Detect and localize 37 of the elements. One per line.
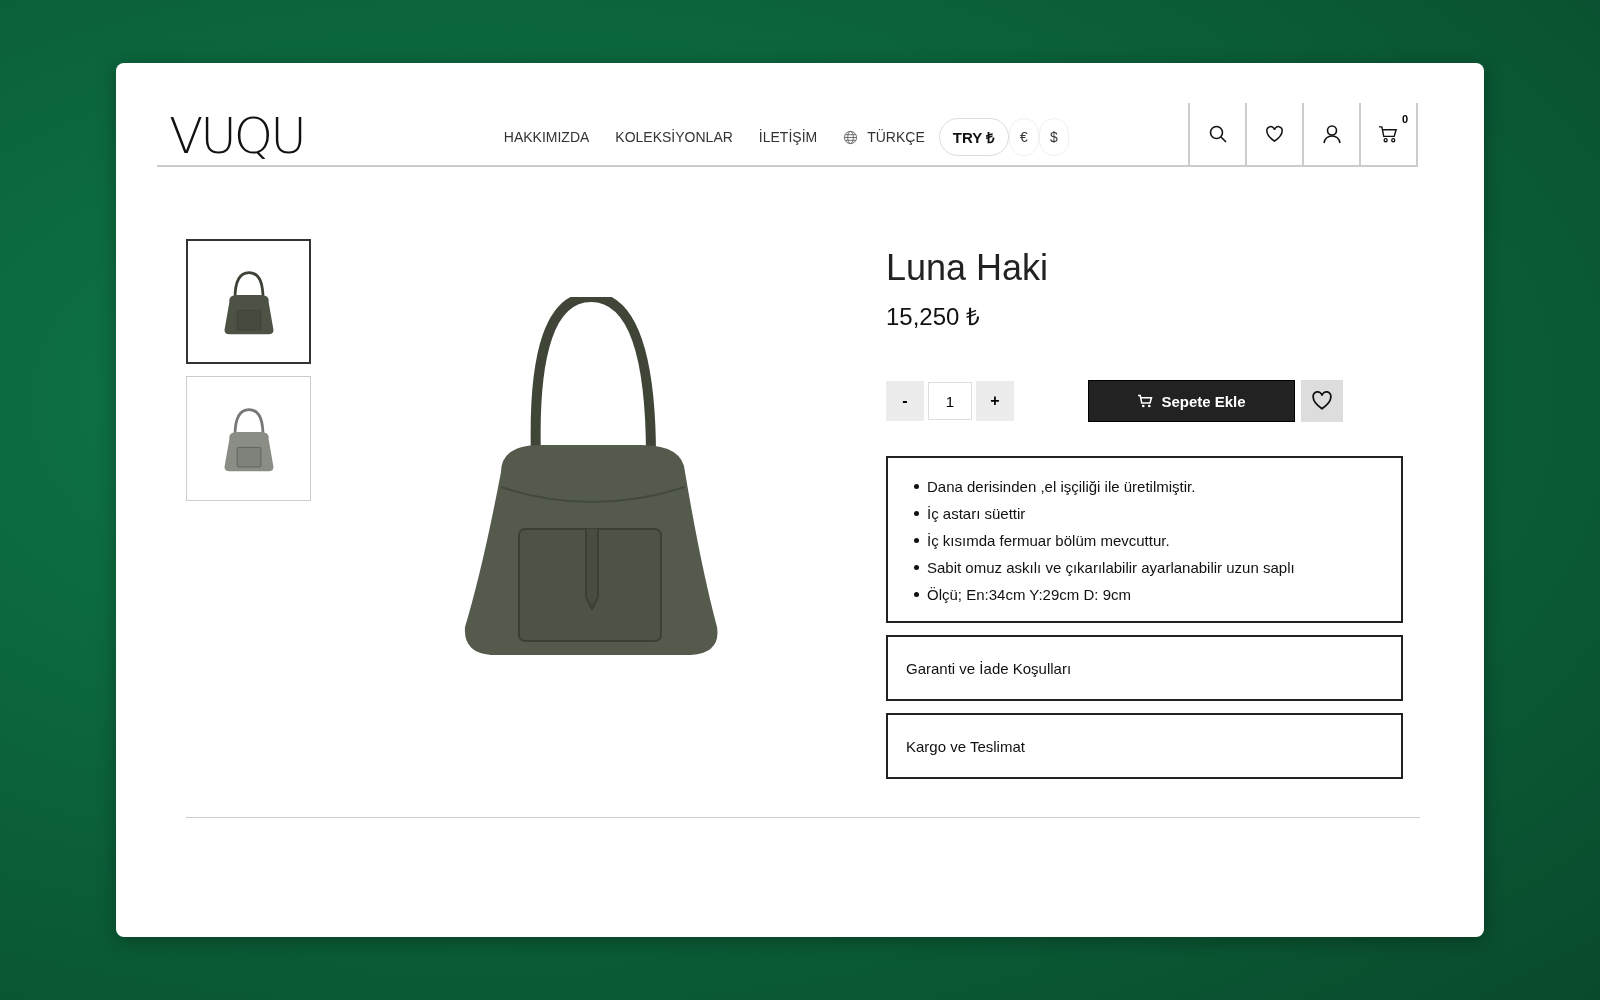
- feature-text: İç astarı süettir: [927, 505, 1026, 522]
- heart-icon: [1265, 124, 1284, 144]
- cart-count: 0: [1401, 113, 1408, 125]
- thumbnail[interactable]: [186, 239, 311, 364]
- nav-link[interactable]: KOLEKSİYONLAR: [615, 129, 733, 145]
- bullet-icon: [914, 592, 919, 597]
- wishlist-button[interactable]: [1301, 380, 1343, 422]
- accordion-header[interactable]: Kargo ve Teslimat: [886, 713, 1403, 779]
- currency-button[interactable]: €: [1009, 118, 1039, 156]
- bullet-icon: [914, 511, 919, 516]
- accordion-header[interactable]: Garanti ve İade Koşulları: [886, 635, 1403, 701]
- globe-icon: [843, 129, 859, 145]
- user-icon: [1321, 124, 1342, 144]
- decrease-button[interactable]: -: [886, 381, 924, 421]
- bullet-icon: [914, 484, 919, 489]
- nav-link[interactable]: İLETİŞİM: [758, 129, 818, 145]
- search-icon: [1207, 124, 1228, 144]
- cart-button[interactable]: 0: [1359, 103, 1418, 165]
- cart-icon: [1378, 124, 1399, 144]
- logo[interactable]: VUQU: [157, 111, 304, 165]
- increase-button[interactable]: +: [976, 381, 1014, 421]
- currency-button[interactable]: TRY ₺: [938, 118, 1010, 156]
- bullet-icon: [914, 565, 919, 570]
- nav-link[interactable]: HAKKIMIZDA: [503, 129, 590, 145]
- cart-icon: [1137, 393, 1155, 409]
- product-title: Luna Haki: [886, 247, 1050, 289]
- feature-text: Ölçü; En:34cm Y:29cm D: 9cm: [927, 586, 1131, 603]
- bullet-icon: [914, 538, 919, 543]
- heart-icon: [1311, 390, 1333, 412]
- feature-text: Sabit omuz askılı ve çıkarılabilir ayarlanabilir uzun saplı: [927, 559, 1295, 576]
- add-to-cart-button[interactable]: Sepete Ekle: [1088, 380, 1295, 422]
- quantity-field[interactable]: 1: [928, 382, 972, 420]
- product-price: 15,250 ₺: [886, 302, 982, 332]
- language-link[interactable]: TÜRKÇE: [867, 129, 925, 145]
- currency-button[interactable]: $: [1038, 118, 1069, 156]
- feature-text: İç kısımda fermuar bölüm mevcuttur.: [927, 532, 1170, 549]
- feature-text: Dana derisinden ,el işçiliği ile üretilmiştir.: [927, 478, 1196, 495]
